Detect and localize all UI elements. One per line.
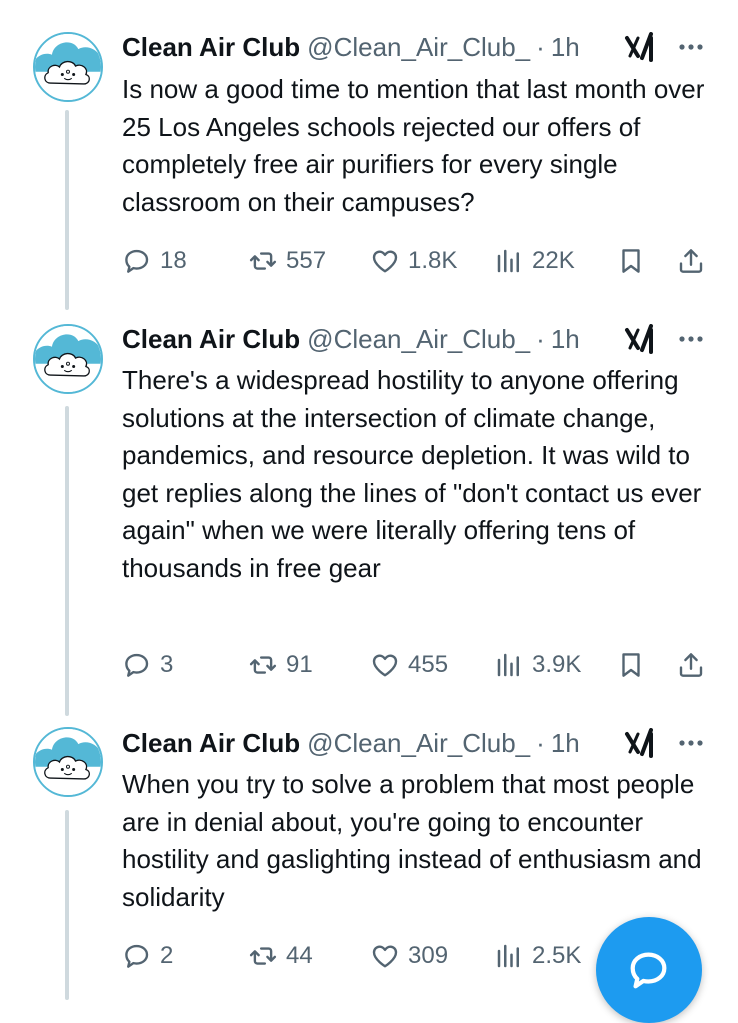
tweet-text: When you try to solve a problem that mos… <box>122 769 702 912</box>
reply-button[interactable]: 2 <box>122 939 173 973</box>
views-count: 2.5K <box>532 942 582 969</box>
repost-button[interactable]: 44 <box>248 939 313 973</box>
avatar[interactable] <box>33 727 103 797</box>
heart-icon <box>370 941 400 971</box>
repost-count: 44 <box>286 942 313 969</box>
like-count: 309 <box>408 942 449 969</box>
reply-count: 2 <box>160 942 174 969</box>
views-button[interactable]: 2.5K <box>494 939 581 973</box>
more-options-icon[interactable] <box>676 728 706 758</box>
clean-air-club-logo-icon <box>35 729 101 795</box>
tweet-header: Clean Air Club @Clean_Air_Club_ · 1h <box>122 726 580 760</box>
tweet-3[interactable]: Clean Air Club @Clean_Air_Club_ · 1h Whe… <box>0 0 738 1000</box>
timestamp[interactable]: 1h <box>551 728 580 759</box>
separator-dot: · <box>536 727 545 758</box>
author-name[interactable]: Clean Air Club <box>122 728 300 759</box>
compose-reply-button[interactable] <box>596 917 702 1023</box>
grok-icon[interactable] <box>624 728 658 758</box>
bar-chart-icon <box>494 941 524 971</box>
author-handle[interactable]: @Clean_Air_Club_ <box>307 728 530 759</box>
compose-reply-icon <box>630 952 667 989</box>
repost-icon <box>248 941 278 971</box>
reply-icon <box>122 941 152 971</box>
like-button[interactable]: 309 <box>370 939 448 973</box>
